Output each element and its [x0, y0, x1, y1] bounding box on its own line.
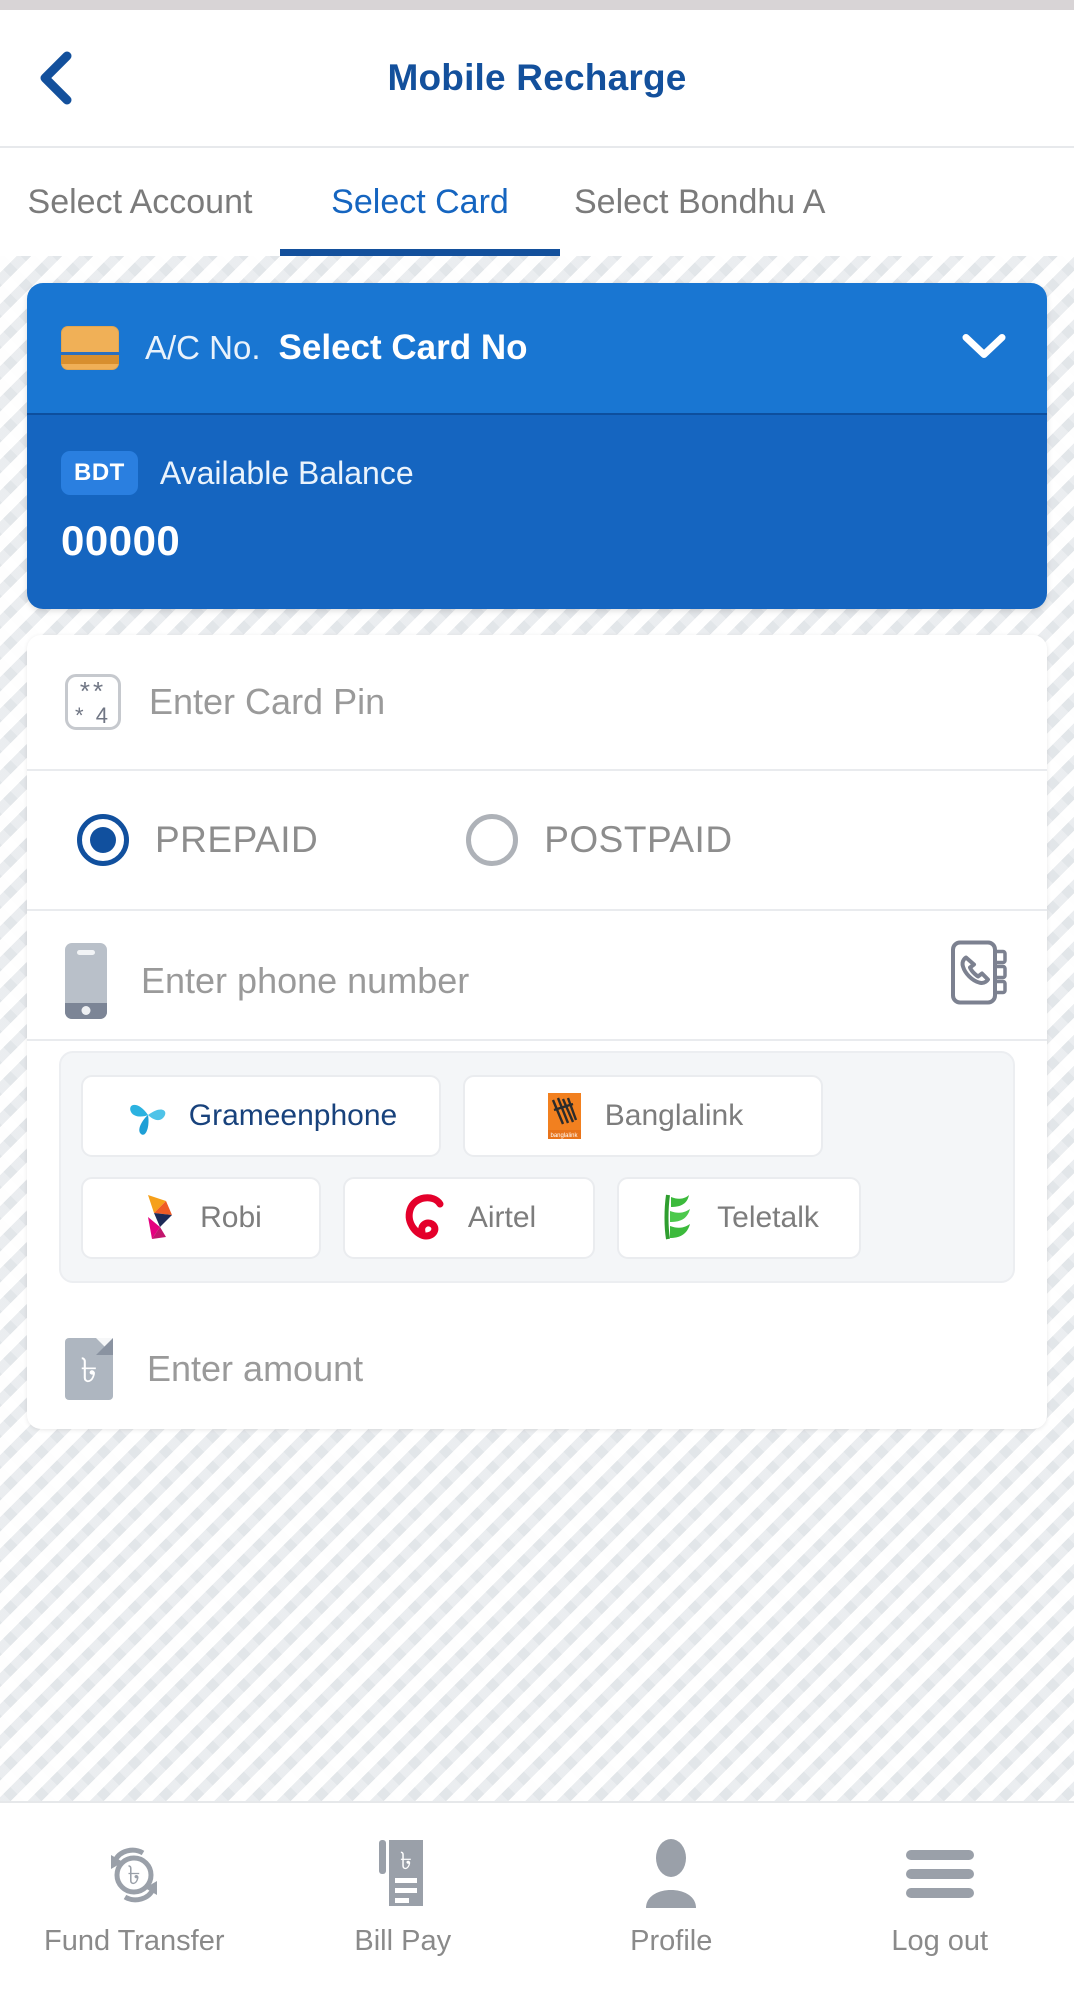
operator-banglalink-label: Banglalink [604, 1099, 744, 1132]
chevron-left-icon [40, 51, 72, 105]
grameenphone-logo [129, 1104, 166, 1135]
app-screen: Mobile Recharge Select Account Select Ca… [0, 0, 1074, 2009]
nav-logout[interactable]: Log out [806, 1831, 1074, 1958]
balance-value: 00000 [61, 517, 181, 564]
operator-row-2: Robi Airtel Teletalk [81, 1177, 993, 1259]
smartphone-icon [65, 943, 107, 1019]
operator-airtel-label: Airtel [467, 1201, 537, 1234]
radio-prepaid-indicator [77, 814, 129, 866]
pin-keypad-icon: ** * 4 [65, 674, 121, 730]
card-dropdown-toggle[interactable] [961, 331, 1007, 366]
pin-icon-row2: * 4 [75, 702, 111, 728]
balance-label: Available Balance [159, 454, 414, 491]
document-fold-corner [96, 1338, 113, 1355]
pin-icon-row1: ** [79, 675, 107, 706]
back-button[interactable] [22, 43, 92, 113]
radio-prepaid[interactable]: PREPAID [77, 814, 318, 866]
tab-select-account[interactable]: Select Account [0, 148, 280, 256]
bottom-navigation: ৳ Fund Transfer ৳ Bill Pay Profile Log o… [0, 1801, 1074, 2009]
phone-number-row[interactable]: Enter phone number [27, 911, 1047, 1041]
card-pin-input[interactable]: Enter Card Pin [149, 681, 385, 723]
tab-select-bondhu-account[interactable]: Select Bondhu A [560, 148, 1060, 256]
radio-postpaid-indicator [466, 814, 519, 866]
teletalk-logo [664, 1194, 691, 1240]
chevron-down-icon [962, 334, 1006, 358]
operator-airtel[interactable]: Airtel [343, 1177, 595, 1259]
status-bar-strip [0, 0, 1074, 10]
operator-teletalk[interactable]: Teletalk [617, 1177, 861, 1259]
nav-profile[interactable]: Profile [537, 1831, 806, 1958]
nav-logout-label: Log out [891, 1925, 989, 1957]
operator-robi-label: Robi [200, 1201, 262, 1234]
ac-no-label: A/C No. [145, 329, 261, 366]
page-title: Mobile Recharge [387, 57, 687, 98]
balance-section: BDT Available Balance 00000 [27, 413, 1047, 609]
nav-profile-label: Profile [630, 1925, 713, 1957]
svg-text:৳: ৳ [400, 1848, 412, 1875]
radio-postpaid[interactable]: POSTPAID [466, 814, 732, 866]
recharge-form-card: ** * 4 Enter Card Pin PREPAID POSTPAID E… [27, 635, 1047, 1429]
svg-text:৳: ৳ [128, 1860, 141, 1890]
contact-book-icon [951, 940, 1007, 1005]
amount-input[interactable]: Enter amount [147, 1348, 363, 1390]
app-header: Mobile Recharge [0, 10, 1074, 148]
card-selector-row[interactable]: A/C No. Select Card No [27, 283, 1047, 413]
nav-bill-pay[interactable]: ৳ Bill Pay [269, 1831, 538, 1958]
amount-row[interactable]: ৳ Enter amount [27, 1309, 1047, 1429]
radio-prepaid-label: PREPAID [155, 819, 319, 860]
nav-bill-pay-label: Bill Pay [354, 1925, 452, 1957]
radio-postpaid-label: POSTPAID [544, 819, 733, 860]
operator-row-1: Grameenphone banglalink Banglalink [81, 1075, 993, 1157]
smartphone-home-dot [81, 1006, 91, 1015]
taka-document-icon: ৳ [65, 1338, 113, 1400]
bill-pay-icon: ৳ [373, 1831, 433, 1917]
card-pin-row[interactable]: ** * 4 Enter Card Pin [27, 635, 1047, 771]
contacts-button[interactable] [949, 938, 1011, 1013]
nav-fund-transfer-label: Fund Transfer [43, 1925, 225, 1957]
balance-row: BDT Available Balance [61, 451, 1013, 495]
selected-card-value: Select Card No [278, 328, 528, 367]
operator-panel: Grameenphone banglalink Banglalink Robi … [59, 1051, 1015, 1283]
currency-badge: BDT [61, 451, 138, 495]
operator-teletalk-label: Teletalk [717, 1201, 819, 1234]
nav-fund-transfer[interactable]: ৳ Fund Transfer [0, 1831, 269, 1958]
banglalink-logo: banglalink [547, 1093, 581, 1139]
tab-bar: Select Account Select Card Select Bondhu… [0, 148, 1074, 256]
operator-banglalink[interactable]: banglalink Banglalink [463, 1075, 823, 1157]
operator-grameenphone[interactable]: Grameenphone [81, 1075, 441, 1157]
robi-logo [148, 1195, 173, 1239]
phone-number-input[interactable]: Enter phone number [141, 960, 469, 1002]
account-card: A/C No. Select Card No BDT Available Bal… [27, 283, 1047, 609]
content-area: A/C No. Select Card No BDT Available Bal… [0, 256, 1074, 1901]
airtel-logo [405, 1194, 444, 1240]
operator-robi[interactable]: Robi [81, 1177, 321, 1259]
svg-text:banglalink: banglalink [550, 1133, 578, 1139]
credit-card-icon [61, 326, 119, 370]
profile-icon [640, 1831, 702, 1917]
tab-select-card[interactable]: Select Card [280, 148, 560, 256]
hamburger-menu-icon [900, 1831, 980, 1917]
fund-transfer-icon: ৳ [97, 1831, 171, 1917]
operator-grameenphone-label: Grameenphone [188, 1099, 398, 1132]
plan-type-row: PREPAID POSTPAID [27, 771, 1047, 911]
